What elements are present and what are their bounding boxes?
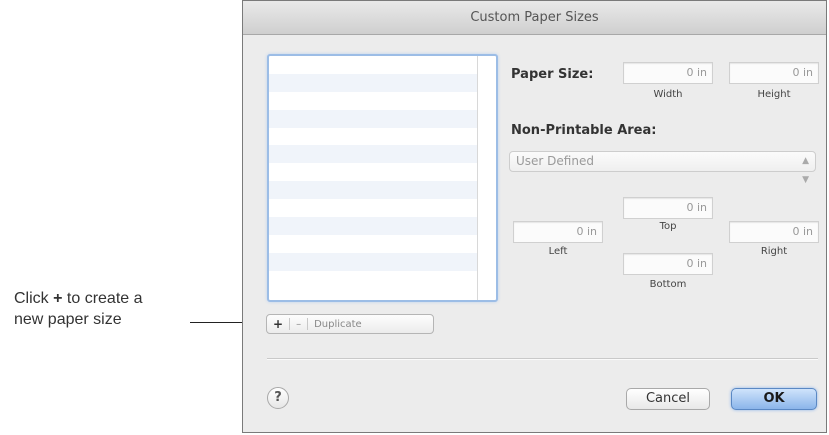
add-paper-size-button[interactable]: + (267, 317, 289, 331)
custom-paper-sizes-dialog: Custom Paper Sizes + – Duplicate Paper S… (242, 0, 827, 433)
right-label: Right (760, 246, 788, 257)
list-row[interactable] (269, 73, 477, 92)
width-label: Width (653, 89, 683, 100)
left-label: Left (548, 246, 568, 257)
list-row[interactable] (269, 163, 477, 181)
list-button-bar: + – Duplicate (266, 314, 434, 334)
list-row[interactable] (269, 217, 477, 235)
left-margin-field[interactable]: 0 in (513, 221, 603, 243)
dialog-divider (267, 358, 818, 360)
list-row[interactable] (269, 109, 477, 128)
dialog-title: Custom Paper Sizes (243, 1, 826, 35)
right-margin-field[interactable]: 0 in (729, 221, 819, 243)
bottom-label: Bottom (649, 279, 687, 290)
select-value: User Defined (516, 154, 594, 168)
non-printable-area-select[interactable]: User Defined ▲ ▼ (509, 151, 816, 185)
list-row[interactable] (269, 181, 477, 200)
ok-button[interactable]: OK (731, 388, 817, 410)
paper-size-label: Paper Size: (511, 67, 594, 82)
height-field[interactable]: 0 in (729, 62, 819, 84)
duplicate-button[interactable]: Duplicate (308, 319, 368, 330)
list-divider (477, 56, 478, 300)
chevron-updown-icon: ▲ ▼ (802, 156, 809, 185)
top-margin-field[interactable]: 0 in (623, 197, 713, 219)
list-row[interactable] (269, 271, 477, 289)
callout-line-2: new paper size (14, 311, 122, 328)
remove-paper-size-button[interactable]: – (290, 319, 307, 330)
cancel-button[interactable]: Cancel (626, 388, 710, 410)
help-button[interactable]: ? (267, 387, 289, 409)
non-printable-area-label: Non-Printable Area: (511, 123, 657, 138)
callout-suffix: to create a (62, 290, 143, 307)
list-row[interactable] (269, 252, 477, 271)
list-row[interactable] (269, 199, 477, 217)
list-row[interactable] (269, 235, 477, 253)
list-row[interactable] (269, 145, 477, 164)
callout-prefix: Click (14, 290, 54, 307)
list-row[interactable] (269, 128, 477, 146)
list-row[interactable] (269, 92, 477, 110)
height-label: Height (757, 89, 791, 100)
width-field[interactable]: 0 in (623, 62, 713, 84)
paper-size-list[interactable] (267, 54, 498, 302)
top-label: Top (659, 221, 677, 232)
callout-text: Click + to create a new paper size (14, 288, 143, 330)
bottom-margin-field[interactable]: 0 in (623, 253, 713, 275)
list-row[interactable] (269, 56, 477, 74)
callout-line-1: Click + to create a (14, 288, 143, 309)
